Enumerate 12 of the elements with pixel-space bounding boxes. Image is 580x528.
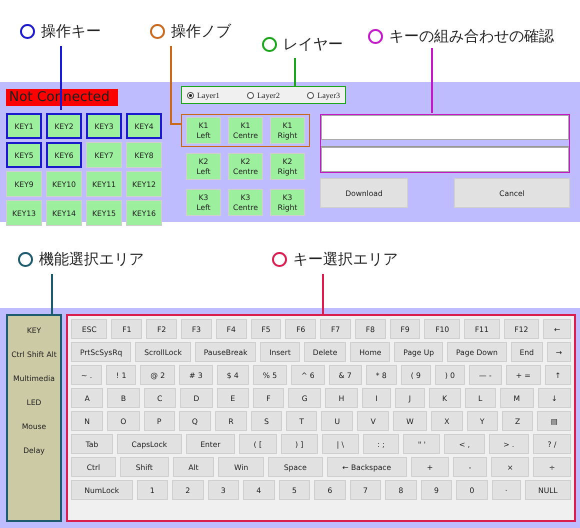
leader-line bbox=[60, 46, 62, 110]
annotation-label: キー選択エリア bbox=[293, 250, 398, 269]
annotation-label: 操作キー bbox=[41, 22, 101, 41]
layer-radio[interactable]: Layer3 bbox=[307, 90, 340, 100]
annotation-label: キーの組み合わせの確認 bbox=[389, 27, 554, 46]
text-field[interactable] bbox=[321, 147, 569, 172]
text-field[interactable] bbox=[321, 115, 569, 140]
annotation-label: レイヤー bbox=[283, 35, 343, 54]
annotation-label: 操作ノブ bbox=[171, 22, 231, 41]
layer-radio[interactable]: Layer1 bbox=[187, 90, 220, 100]
annotation-label: 機能選択エリア bbox=[39, 250, 144, 269]
layer-radio[interactable]: Layer2 bbox=[247, 90, 280, 100]
